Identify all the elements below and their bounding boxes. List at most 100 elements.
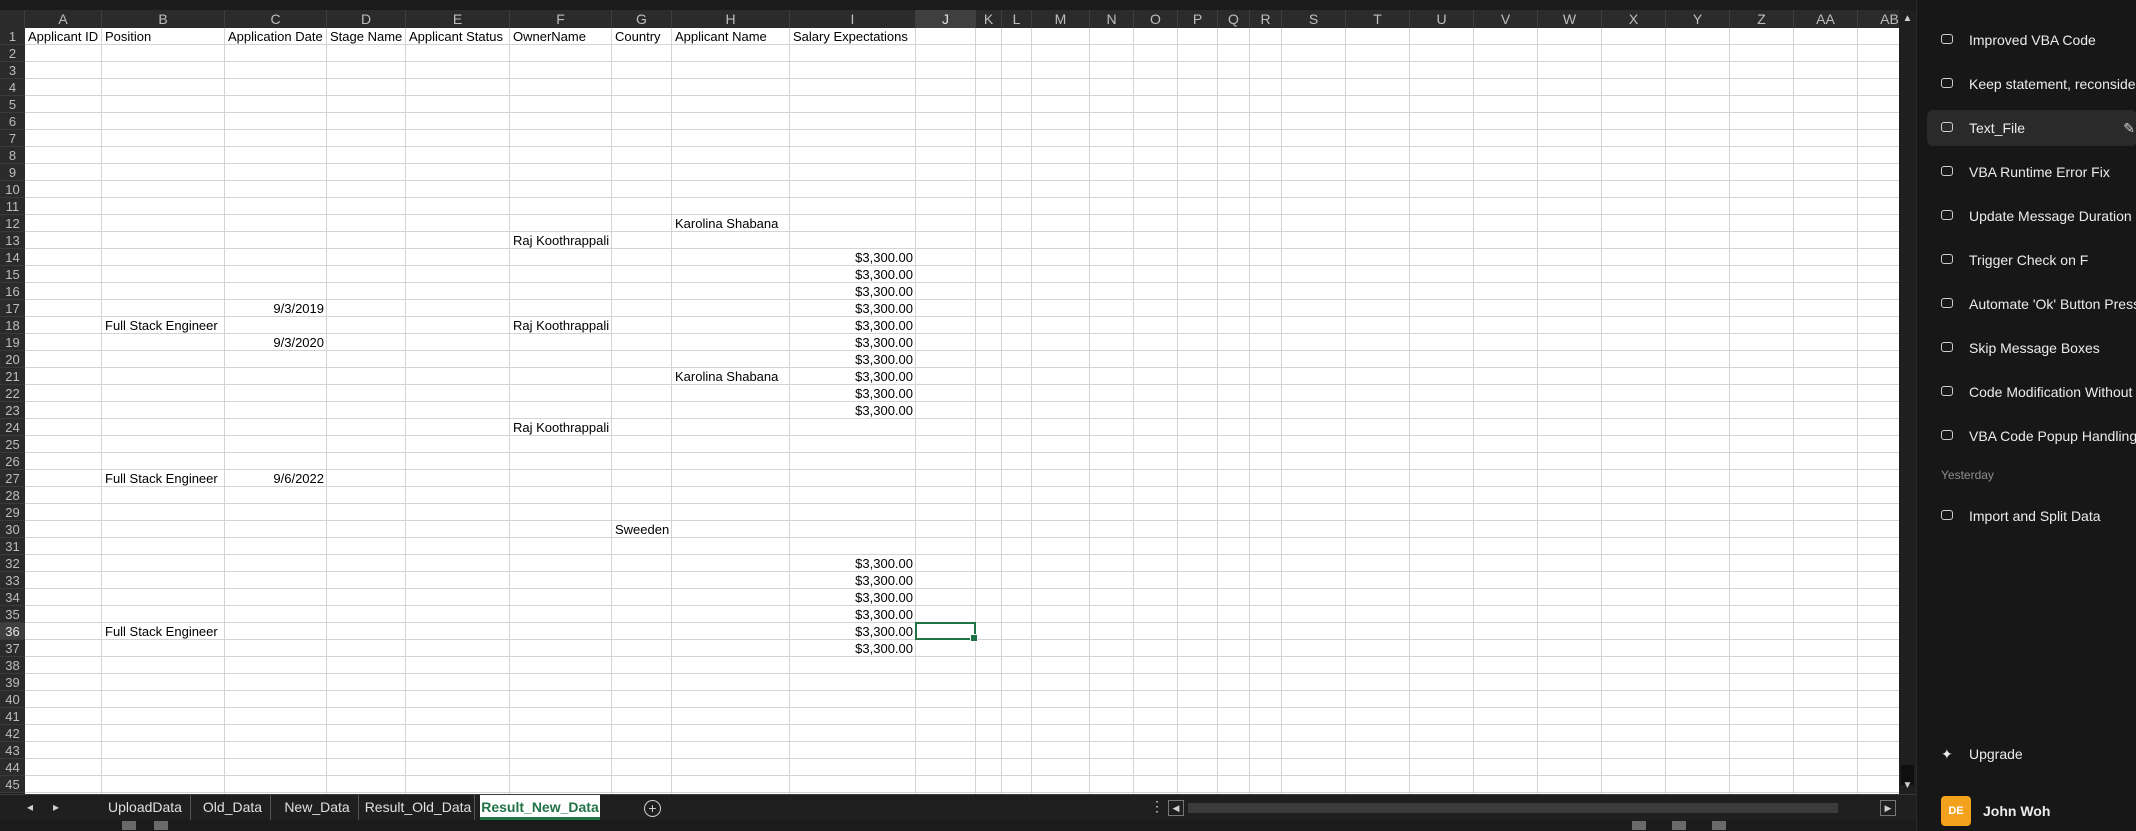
column-header-s[interactable]: S (1282, 10, 1346, 28)
row-header-17[interactable]: 17 (0, 300, 25, 317)
data-cell[interactable]: $3,300.00 (790, 300, 916, 317)
row-header-45[interactable]: 45 (0, 776, 25, 793)
column-header-p[interactable]: P (1178, 10, 1218, 28)
row-header-39[interactable]: 39 (0, 674, 25, 691)
row-header-38[interactable]: 38 (0, 657, 25, 674)
row-header-2[interactable]: 2 (0, 45, 25, 62)
column-header-c[interactable]: C (225, 10, 327, 28)
row-header-10[interactable]: 10 (0, 181, 25, 198)
row-header-37[interactable]: 37 (0, 640, 25, 657)
column-header-w[interactable]: W (1538, 10, 1602, 28)
column-header-i[interactable]: I (790, 10, 916, 28)
data-cell[interactable]: $3,300.00 (790, 351, 916, 368)
chat-history-item[interactable]: Code Modification Without (1917, 374, 2136, 410)
row-header-23[interactable]: 23 (0, 402, 25, 419)
scroll-up-arrow-icon[interactable]: ▲ (1899, 10, 1916, 27)
data-cell[interactable]: Raj Koothrappali (510, 419, 612, 436)
sheet-tab-result-new-data[interactable]: Result_New_Data (480, 795, 600, 820)
row-header-26[interactable]: 26 (0, 453, 25, 470)
data-cell[interactable]: 9/6/2022 (225, 470, 327, 487)
row-header-1[interactable]: 1 (0, 28, 25, 45)
column-header-n[interactable]: N (1090, 10, 1134, 28)
row-header-36[interactable]: 36 (0, 623, 25, 640)
data-cell[interactable]: Raj Koothrappali (510, 232, 612, 249)
data-cell[interactable]: $3,300.00 (790, 334, 916, 351)
column-header-u[interactable]: U (1410, 10, 1474, 28)
row-header-7[interactable]: 7 (0, 130, 25, 147)
header-cell[interactable]: Application Date (225, 28, 327, 45)
data-cell[interactable]: Raj Koothrappali (510, 317, 612, 334)
row-header-14[interactable]: 14 (0, 249, 25, 266)
row-header-8[interactable]: 8 (0, 147, 25, 164)
chat-history-item[interactable]: Text_File ✎ (1927, 110, 2136, 146)
sheet-tab-old-data[interactable]: Old_Data (195, 795, 271, 820)
sheet-tab-uploaddata[interactable]: UploadData (100, 795, 191, 820)
chat-history-item[interactable]: Keep statement, reconsider (1917, 66, 2136, 102)
scroll-left-arrow-icon[interactable]: ◀ (1168, 800, 1184, 816)
row-header-28[interactable]: 28 (0, 487, 25, 504)
chat-history-item[interactable]: Automate 'Ok' Button Press (1917, 286, 2136, 322)
row-header-43[interactable]: 43 (0, 742, 25, 759)
horizontal-scrollbar[interactable]: ◀ ▶ (1168, 800, 1896, 816)
data-cell[interactable]: $3,300.00 (790, 555, 916, 572)
column-header-g[interactable]: G (612, 10, 672, 28)
row-header-35[interactable]: 35 (0, 606, 25, 623)
row-header-20[interactable]: 20 (0, 351, 25, 368)
chat-history-item[interactable]: Improved VBA Code (1917, 22, 2136, 58)
chat-history-item[interactable]: Update Message Duration (1917, 198, 2136, 234)
row-header-25[interactable]: 25 (0, 436, 25, 453)
data-cell[interactable]: $3,300.00 (790, 368, 916, 385)
header-cell[interactable]: Applicant ID (25, 28, 102, 45)
page-layout-icon[interactable] (1672, 821, 1686, 830)
upgrade-button[interactable]: ✦ Upgrade (1917, 737, 2136, 771)
row-header-27[interactable]: 27 (0, 470, 25, 487)
row-header-9[interactable]: 9 (0, 164, 25, 181)
data-cell[interactable]: Karolina Shabana (672, 368, 790, 385)
scroll-right-arrow-icon[interactable]: ▶ (1880, 800, 1896, 816)
row-header-34[interactable]: 34 (0, 589, 25, 606)
data-cell[interactable]: $3,300.00 (790, 402, 916, 419)
row-header-21[interactable]: 21 (0, 368, 25, 385)
row-header-19[interactable]: 19 (0, 334, 25, 351)
data-cell[interactable]: $3,300.00 (790, 266, 916, 283)
column-header-k[interactable]: K (976, 10, 1002, 28)
data-cell[interactable]: $3,300.00 (790, 572, 916, 589)
column-header-l[interactable]: L (1002, 10, 1032, 28)
select-all-corner[interactable] (0, 10, 25, 28)
column-header-f[interactable]: F (510, 10, 612, 28)
header-cell[interactable]: Stage Name (327, 28, 406, 45)
macro-record-icon[interactable] (122, 821, 136, 830)
column-header-aa[interactable]: AA (1794, 10, 1858, 28)
row-header-41[interactable]: 41 (0, 708, 25, 725)
user-profile[interactable]: DE John Woh (1917, 792, 2136, 826)
header-cell[interactable]: Applicant Name (672, 28, 790, 45)
data-cell[interactable]: $3,300.00 (790, 623, 916, 640)
data-cell[interactable]: Full Stack Engineer (102, 623, 225, 640)
row-header-18[interactable]: 18 (0, 317, 25, 334)
sheet-tab-result-old-data[interactable]: Result_Old_Data (362, 795, 475, 820)
sheet-tab-new-data[interactable]: New_Data (276, 795, 359, 820)
header-cell[interactable]: Position (102, 28, 225, 45)
row-header-6[interactable]: 6 (0, 113, 25, 130)
row-header-32[interactable]: 32 (0, 555, 25, 572)
cell-area[interactable]: Applicant ID Position Application Date Stag… (25, 28, 1899, 794)
header-cell[interactable]: Applicant Status (406, 28, 510, 45)
data-cell[interactable]: 9/3/2020 (225, 334, 327, 351)
column-header-j[interactable]: J (916, 10, 976, 28)
column-header-o[interactable]: O (1134, 10, 1178, 28)
row-header-3[interactable]: 3 (0, 62, 25, 79)
data-cell[interactable]: $3,300.00 (790, 385, 916, 402)
row-header-44[interactable]: 44 (0, 759, 25, 776)
chat-history-item[interactable]: VBA Runtime Error Fix (1917, 154, 2136, 190)
chat-history-item[interactable]: VBA Code Popup Handling (1917, 418, 2136, 454)
data-cell[interactable]: $3,300.00 (790, 606, 916, 623)
vertical-scrollbar[interactable]: ▲ ▼ (1899, 10, 1916, 794)
row-header-24[interactable]: 24 (0, 419, 25, 436)
data-cell[interactable]: $3,300.00 (790, 317, 916, 334)
row-header-30[interactable]: 30 (0, 521, 25, 538)
prev-sheet-icon[interactable]: ◂ (22, 799, 38, 815)
row-header-16[interactable]: 16 (0, 283, 25, 300)
column-header-t[interactable]: T (1346, 10, 1410, 28)
column-header-m[interactable]: M (1032, 10, 1090, 28)
column-header-v[interactable]: V (1474, 10, 1538, 28)
